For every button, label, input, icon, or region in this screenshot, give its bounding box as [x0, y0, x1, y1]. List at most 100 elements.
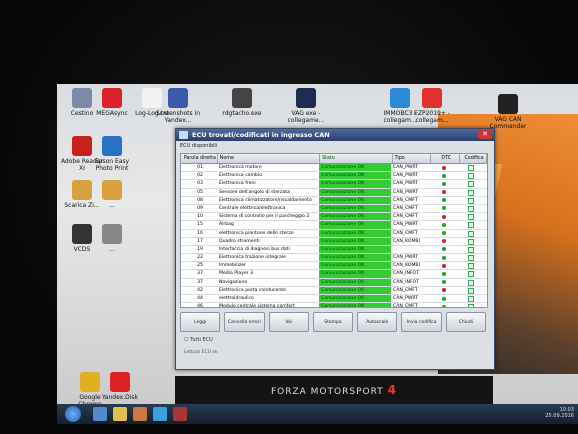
checkbox-icon[interactable] — [468, 263, 474, 270]
table-row[interactable]: 25 Immobilizer Comunicazione OK CAN_KOMBI — [181, 262, 487, 271]
checkbox-icon[interactable] — [468, 173, 474, 180]
cell-tipo: CAN_PWRT — [393, 165, 419, 170]
col-header-codifica[interactable]: Codifica — [460, 154, 487, 163]
ie-icon[interactable] — [93, 407, 107, 421]
desktop-screen: Cestino MEGAsync Log-Log.txt Screenshots in… — [57, 84, 578, 424]
table-row[interactable]: 22 Elettronica trazione integrale Comunica… — [181, 254, 487, 263]
table-row[interactable]: 46 Modulo centrale sistema comfort Comunic… — [181, 303, 487, 308]
checkbox-icon[interactable] — [468, 246, 474, 253]
table-row[interactable]: 10 Sistema di controllo per il parcheggio… — [181, 213, 487, 222]
tutti-ecu-checkbox[interactable]: ☐ Tutti ECU — [184, 337, 213, 343]
chrome-icon[interactable] — [153, 407, 167, 421]
cell-tipo: CAN_KOMBI — [393, 263, 420, 269]
cell-code: 10 — [197, 214, 203, 220]
desktop-icon[interactable]: rdgtacho.exe — [219, 88, 265, 117]
chiudi-button[interactable]: Chiudi — [445, 312, 486, 332]
checkbox-icon[interactable] — [468, 287, 474, 294]
cell-codifica — [457, 270, 483, 278]
checkbox-icon[interactable] — [468, 230, 474, 237]
desktop-icon[interactable]: Epson Easy Photo Print — [89, 136, 135, 172]
desktop-icon[interactable]: Screenshots in Yandex... — [155, 88, 201, 124]
cell-dtc — [429, 164, 457, 171]
cell-code: 37 — [197, 279, 203, 285]
cell-codifica — [457, 164, 483, 171]
table-row[interactable]: 09 Centrale elettrica/elettronica Comunica… — [181, 204, 487, 214]
media-icon[interactable] — [133, 407, 147, 421]
vai-button[interactable]: Vai — [268, 312, 309, 332]
cell-code: 09 — [197, 205, 203, 211]
dtc-status-icon — [442, 181, 446, 186]
desktop-icon-image — [168, 88, 188, 108]
checkbox-icon[interactable] — [468, 197, 474, 204]
desktop-icon-image — [102, 136, 122, 156]
table-row[interactable]: 19 Interfaccia di diagnosi bus dati Comuni… — [181, 245, 487, 255]
table-row[interactable]: 05 Sensore dell'angolo di sterzata Comunic… — [181, 188, 487, 197]
table-row[interactable]: 37 Navigazione Comunicazione OK CAN_INFOT — [181, 278, 487, 287]
desktop-icon[interactable]: ... — [89, 224, 135, 253]
cell-dtc — [429, 254, 457, 261]
cell-codifica — [457, 172, 483, 180]
table-row[interactable]: 15 Airbag Comunicazione OK CAN_PWRT — [181, 221, 487, 230]
col-header-stato[interactable]: Stato — [320, 154, 393, 163]
table-row[interactable]: 42 Elettronica porta conducente Comunicazi… — [181, 286, 487, 295]
cell-code: 02 — [197, 173, 203, 179]
cell-tipo: CAN_CMFT — [393, 287, 418, 293]
cell-name: Airbag — [219, 222, 234, 228]
col-header-tipo[interactable]: Tipo — [393, 154, 432, 163]
leggi-button[interactable]: Leggi — [180, 312, 221, 332]
ecu-group-label: ECU disponibili — [180, 143, 218, 149]
dtc-status-icon — [442, 231, 446, 235]
desktop-icon[interactable]: VAG exe - collegame... — [283, 88, 329, 124]
col-header-parola[interactable]: Parola diretta — [181, 154, 218, 163]
checkbox-icon[interactable] — [468, 214, 474, 221]
cell-name: Elettronica porta conducente — [219, 287, 286, 293]
cell-codifica — [457, 303, 483, 307]
table-row[interactable]: 16 elettronica piantone dello sterzo Comun… — [181, 229, 487, 238]
checkbox-icon[interactable] — [468, 255, 474, 262]
checkbox-icon[interactable] — [468, 222, 474, 229]
checkbox-icon[interactable] — [468, 296, 474, 302]
desktop-icon[interactable]: EZP2019+ - collegam... — [409, 88, 455, 124]
checkbox-icon[interactable] — [468, 279, 474, 286]
cell-dtc — [429, 262, 457, 269]
cell-codifica — [457, 221, 483, 229]
autoscale-button[interactable]: Autoscale — [357, 312, 398, 332]
checkbox-icon[interactable] — [468, 181, 474, 188]
checkbox-icon[interactable] — [468, 304, 474, 307]
col-header-nome[interactable]: Nome — [218, 154, 321, 163]
close-icon[interactable]: ✕ — [478, 130, 492, 139]
cell-code: 46 — [197, 304, 203, 308]
checkbox-icon[interactable] — [468, 271, 474, 278]
table-row[interactable]: 02 Elettronica cambio Comunicazione OK CAN_… — [181, 172, 487, 181]
cell-dtc — [429, 230, 457, 237]
checkbox-icon[interactable] — [468, 238, 474, 245]
checkbox-icon[interactable] — [468, 189, 474, 196]
cell-name: Elettronica cambio — [219, 173, 263, 179]
explorer-icon[interactable] — [113, 407, 127, 421]
table-row[interactable]: 03 Elettronica freni Comunicazione OK CAN_P… — [181, 180, 487, 189]
stampa-button[interactable]: Stampa — [312, 312, 354, 332]
dtc-status-icon — [442, 263, 446, 268]
invia-codifica-button[interactable]: Invia codifica — [401, 312, 442, 332]
cell-stato: Comunicazione OK — [319, 303, 391, 307]
system-clock[interactable]: 10:03 25.09.2016 — [545, 407, 574, 419]
status-text: Lettura ECU ok — [184, 350, 218, 355]
game-banner: FORZA MOTORSPORT 4 — [175, 376, 493, 404]
col-header-dtc[interactable]: DTC — [431, 154, 461, 163]
table-row[interactable]: 17 Quadro strumenti Comunicazione OK CAN_KO… — [181, 237, 487, 246]
table-row[interactable]: 44 elettroidraulico Comunicazione OK CAN_PW… — [181, 295, 487, 304]
table-row[interactable]: 37 Media Player 3 Comunicazione OK CAN_INFO… — [181, 270, 487, 279]
desktop-icon-image — [232, 88, 252, 108]
desktop-icon[interactable]: Yandex.Disk — [97, 372, 143, 401]
start-button[interactable] — [65, 406, 81, 422]
desktop-icon[interactable]: ... — [89, 180, 135, 209]
checkbox-icon[interactable] — [468, 165, 474, 171]
ecu-window-titlebar[interactable]: ECU trovati/codificati in ingresso CAN ✕ — [176, 129, 494, 141]
table-row[interactable]: 08 Elettronica climatizzatore/riscaldamen… — [181, 196, 487, 205]
app-taskbar-icon[interactable] — [173, 407, 187, 421]
desktop-icon[interactable]: VAG CAN Commander — [485, 94, 531, 130]
table-row[interactable]: 01 Elettronica motore Comunicazione OK CAN_… — [181, 164, 487, 173]
cancella-errori-button[interactable]: Cancella errori — [224, 312, 265, 332]
desktop-icon-label: EZP2019+ - collegam... — [414, 110, 450, 124]
checkbox-icon[interactable] — [468, 205, 474, 212]
